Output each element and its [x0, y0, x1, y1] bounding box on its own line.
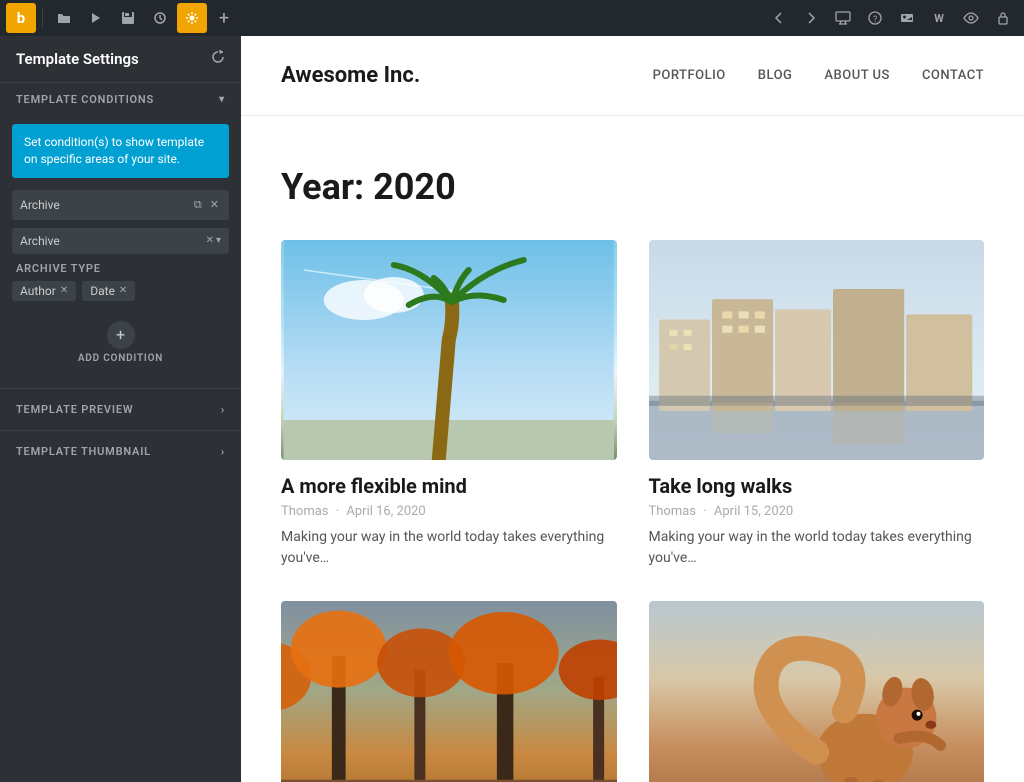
blog-author-1: Thomas	[281, 504, 329, 519]
nav-blog[interactable]: BLOG	[758, 68, 793, 83]
blog-card-1: A more flexible mind Thomas · April 16, …	[281, 240, 617, 569]
nav-about[interactable]: ABOUT US	[824, 68, 890, 83]
eye-icon[interactable]	[956, 3, 986, 33]
select-value: Archive	[20, 234, 60, 248]
blog-card-4	[649, 601, 985, 782]
top-toolbar: b + ? W	[0, 0, 1024, 36]
template-thumbnail-label: Template Thumbnail	[16, 445, 151, 458]
blog-title-1: A more flexible mind	[281, 474, 617, 498]
blog-excerpt-1: Making your way in the world today takes…	[281, 527, 617, 569]
toolbar-separator-1	[42, 8, 43, 28]
blog-card-3	[281, 601, 617, 782]
settings-icon[interactable]	[177, 3, 207, 33]
history-icon[interactable]	[145, 3, 175, 33]
date-tag-label: Date	[90, 284, 115, 298]
page-content: Year: 2020	[241, 116, 1024, 782]
site-nav: Awesome Inc. PORTFOLIO BLOG ABOUT US CON…	[241, 36, 1024, 116]
date-tag[interactable]: Date ✕	[82, 281, 135, 301]
page-year-title: Year: 2020	[281, 166, 984, 208]
condition-duplicate-icon[interactable]: ⧉	[192, 196, 204, 214]
folder-icon[interactable]	[49, 3, 79, 33]
nav-portfolio[interactable]: PORTFOLIO	[653, 68, 726, 83]
desktop-icon[interactable]	[828, 3, 858, 33]
sidebar-title: Template Settings	[16, 50, 139, 68]
brand-icon[interactable]: b	[6, 3, 36, 33]
blog-title-2: Take long walks	[649, 474, 985, 498]
wp-icon[interactable]: W	[924, 3, 954, 33]
city-image	[649, 240, 985, 460]
sidebar-header: Template Settings	[0, 36, 241, 82]
archive-select[interactable]: Archive ✕ ▾	[12, 228, 229, 254]
blog-image-3	[281, 601, 617, 782]
save-icon[interactable]	[113, 3, 143, 33]
content-area: Awesome Inc. PORTFOLIO BLOG ABOUT US CON…	[241, 36, 1024, 782]
plus-icon[interactable]: +	[209, 3, 239, 33]
blog-meta-2: Thomas · April 15, 2020	[649, 504, 985, 519]
blog-date-2: April 15, 2020	[714, 504, 793, 519]
template-preview-section: Template Preview ›	[0, 388, 241, 430]
template-thumbnail-header[interactable]: Template Thumbnail ›	[0, 431, 241, 472]
condition-label: Archive	[20, 198, 60, 212]
add-condition-label: ADD CONDITION	[78, 353, 163, 364]
lock-icon[interactable]	[988, 3, 1018, 33]
toolbar-right: ? W	[764, 3, 1018, 33]
blog-excerpt-2: Making your way in the world today takes…	[649, 527, 985, 569]
blog-date-1: April 16, 2020	[346, 504, 425, 519]
condition-row: Archive ⧉ ✕	[12, 190, 229, 220]
template-thumbnail-section: Template Thumbnail ›	[0, 430, 241, 472]
sidebar: Template Settings Template Conditions ▾ …	[0, 36, 241, 782]
author-tag-close-icon[interactable]: ✕	[60, 285, 68, 296]
condition-delete-icon[interactable]: ✕	[208, 196, 221, 214]
meta-dot-2: ·	[703, 504, 706, 519]
add-condition-area: + ADD CONDITION	[12, 313, 229, 372]
forward-icon[interactable]	[796, 3, 826, 33]
conditions-info-text: Set condition(s) to show template on spe…	[24, 135, 204, 166]
archive-type-label: Archive Type	[12, 262, 229, 275]
refresh-icon[interactable]	[211, 50, 225, 68]
media-icon[interactable]	[892, 3, 922, 33]
select-arrows-icon: ✕ ▾	[206, 235, 221, 246]
blog-meta-1: Thomas · April 16, 2020	[281, 504, 617, 519]
main-layout: Template Settings Template Conditions ▾ …	[0, 36, 1024, 782]
play-icon[interactable]	[81, 3, 111, 33]
author-tag[interactable]: Author ✕	[12, 281, 76, 301]
template-preview-header[interactable]: Template Preview ›	[0, 389, 241, 430]
help-icon[interactable]: ?	[860, 3, 890, 33]
blog-card-2: Take long walks Thomas · April 15, 2020 …	[649, 240, 985, 569]
author-tag-label: Author	[20, 284, 56, 298]
svg-text:?: ?	[873, 15, 877, 25]
add-condition-button[interactable]: +	[107, 321, 135, 349]
back-icon[interactable]	[764, 3, 794, 33]
chevron-down-icon: ▾	[219, 94, 225, 105]
nav-links: PORTFOLIO BLOG ABOUT US CONTACT	[653, 68, 984, 83]
archive-tags-row: Author ✕ Date ✕	[12, 281, 229, 301]
blog-image-4	[649, 601, 985, 782]
palm-image	[281, 240, 617, 460]
blog-grid: A more flexible mind Thomas · April 16, …	[281, 240, 984, 782]
site-logo: Awesome Inc.	[281, 63, 420, 88]
chevron-right-preview-icon: ›	[221, 403, 225, 416]
meta-dot-1: ·	[336, 504, 339, 519]
template-preview-label: Template Preview	[16, 403, 133, 416]
nav-contact[interactable]: CONTACT	[922, 68, 984, 83]
template-conditions-label: Template Conditions	[16, 93, 154, 106]
date-tag-close-icon[interactable]: ✕	[119, 285, 127, 296]
chevron-right-thumbnail-icon: ›	[221, 445, 225, 458]
template-conditions-section: Template Conditions ▾ Set condition(s) t…	[0, 82, 241, 388]
condition-icons: ⧉ ✕	[192, 196, 221, 214]
blog-author-2: Thomas	[649, 504, 697, 519]
template-conditions-content: Set condition(s) to show template on spe…	[0, 116, 241, 388]
animal-image	[649, 601, 985, 782]
blog-image-2	[649, 240, 985, 460]
blog-image-1	[281, 240, 617, 460]
website-preview: Awesome Inc. PORTFOLIO BLOG ABOUT US CON…	[241, 36, 1024, 782]
template-conditions-header[interactable]: Template Conditions ▾	[0, 83, 241, 116]
autumn-image	[281, 601, 617, 782]
conditions-info-box: Set condition(s) to show template on spe…	[12, 124, 229, 178]
